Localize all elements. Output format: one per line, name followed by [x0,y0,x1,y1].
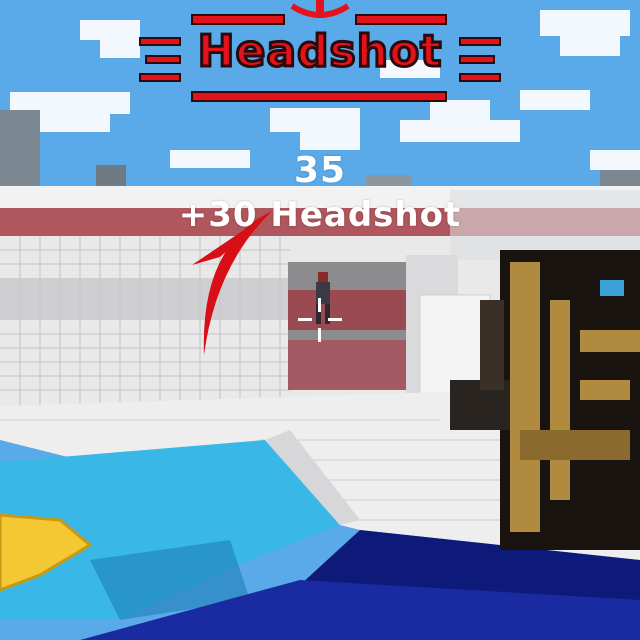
corridor-floor [288,340,406,390]
headshot-banner-label: Headshot [196,25,443,79]
headshot-bonus-text: +30 Headshot [178,195,462,235]
score-counter: 35 [293,150,347,191]
crosshair-icon [298,298,342,342]
